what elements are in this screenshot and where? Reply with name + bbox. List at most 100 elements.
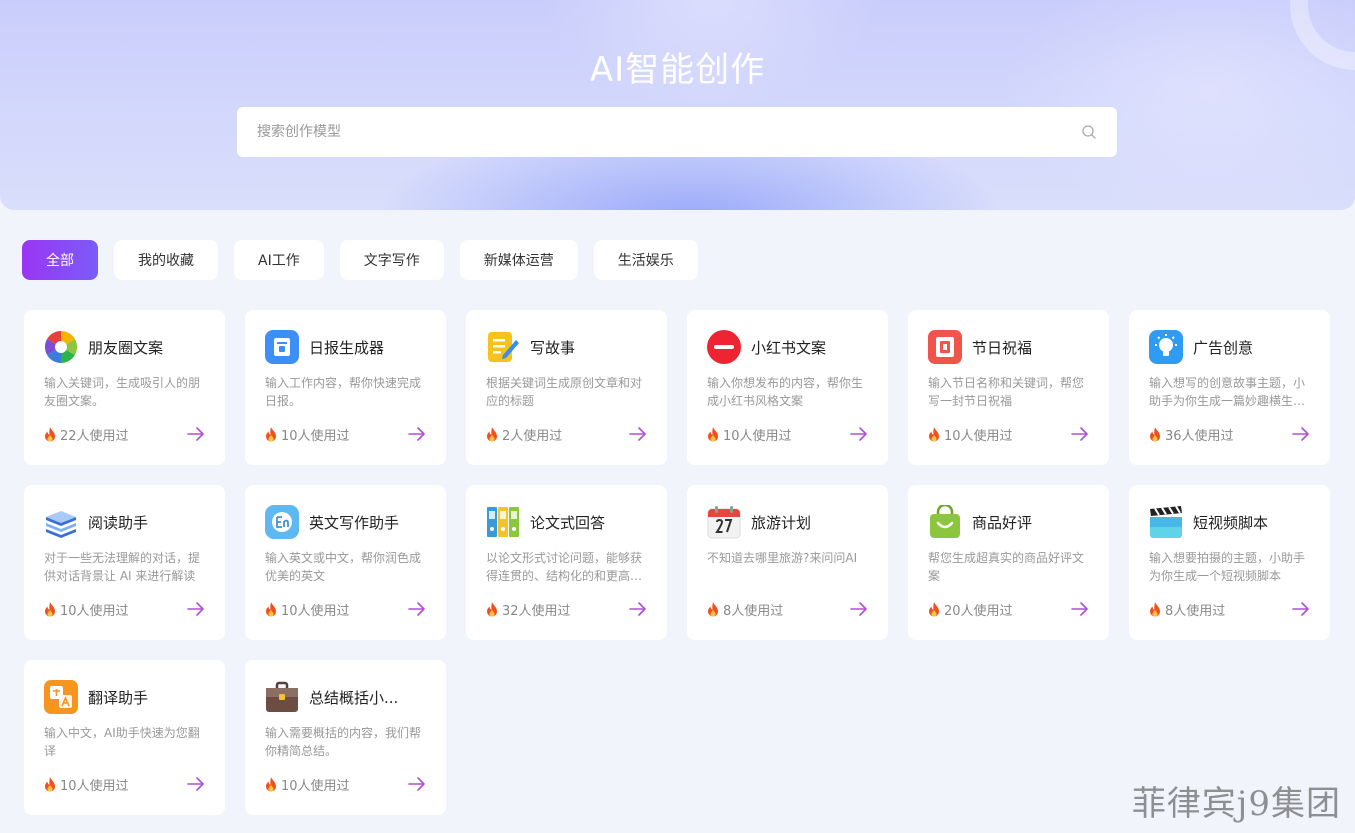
arrow-right-icon[interactable] [408,602,426,616]
model-card[interactable]: 英文写作助手 输入英文或中文，帮你润色成优美的英文 10人使用过 [245,485,446,640]
fire-icon [45,776,55,791]
tab-life-entertainment[interactable]: 生活娱乐 [593,240,698,280]
model-card[interactable]: 旅游计划 不知道去哪里旅游?来问问AI 8人使用过 [687,485,888,640]
card-description: 输入想写的创意故事主题，小助手为你生成一篇妙趣横生的广告创意 [1149,376,1306,408]
usage-label: 10人使用过 [281,778,350,794]
card-description: 根据关键词生成原创文章和对应的标题 [486,376,643,408]
card-description: 输入节日名称和关键词，帮您写一封节日祝福 [928,376,1085,408]
arrow-right-icon[interactable] [1071,427,1089,441]
briefcase-icon [266,681,298,712]
watermark: 菲律宾j9集团 [1131,784,1341,824]
fire-icon [45,426,55,441]
usage-label: 10人使用过 [944,428,1013,444]
model-card[interactable]: 阅读助手 对于一些无法理解的对话，提供对话背景让 AI 来进行解读 10人使用过 [24,485,225,640]
clapperboard-icon [1150,505,1182,538]
fire-icon [708,426,718,441]
arrow-right-icon[interactable] [1292,427,1310,441]
model-card[interactable]: 短视频脚本 输入想要拍摄的主题，小助手为你生成一个短视频脚本 8人使用过 [1129,485,1330,640]
arrow-right-icon[interactable] [1292,602,1310,616]
fire-icon [1150,601,1160,616]
daily-report-icon [265,330,299,364]
card-description: 输入你想发布的内容，帮你生成小红书风格文案 [707,376,864,408]
usage-label: 10人使用过 [281,428,350,444]
arrow-right-icon[interactable] [408,427,426,441]
card-description: 对于一些无法理解的对话，提供对话背景让 AI 来进行解读 [44,551,201,583]
card-description: 输入工作内容，帮你快速完成日报。 [265,376,422,408]
english-icon [265,505,299,539]
usage-count: 10人使用过 [44,600,129,619]
model-card[interactable]: 总结概括小... 输入需要概括的内容，我们帮你精简总结。 10人使用过 [245,660,446,815]
card-title: 总结概括小... [309,688,399,707]
card-title: 论文式回答 [530,513,606,532]
tab-all[interactable]: 全部 [22,240,98,280]
arrow-right-icon[interactable] [1071,602,1089,616]
usage-count: 8人使用过 [1149,600,1225,619]
fire-icon [929,601,939,616]
card-title: 商品好评 [972,513,1033,532]
card-title: 旅游计划 [751,513,812,532]
arrow-right-icon[interactable] [187,602,205,616]
model-card[interactable]: 写故事 根据关键词生成原创文章和对应的标题 2人使用过 [466,310,667,465]
usage-count: 10人使用过 [707,425,792,444]
xiaohongshu-icon [707,330,741,364]
card-description: 输入英文或中文，帮你润色成优美的英文 [265,551,422,583]
model-card[interactable]: 广告创意 输入想写的创意故事主题，小助手为你生成一篇妙趣横生的广告创意 36人使… [1129,310,1330,465]
card-description: 以论文形式讨论问题，能够获得连贯的、结构化的和更高质量的回答 [486,551,643,583]
usage-count: 10人使用过 [265,425,350,444]
fire-icon [708,601,718,616]
model-card[interactable]: 日报生成器 输入工作内容，帮你快速完成日报。 10人使用过 [245,310,446,465]
usage-count: 10人使用过 [928,425,1013,444]
tab-favorites[interactable]: 我的收藏 [114,240,218,280]
fire-icon [487,601,497,616]
arrow-right-icon[interactable] [629,602,647,616]
lightbulb-icon [1149,330,1183,364]
tab-text-writing[interactable]: 文字写作 [339,240,444,280]
tab-new-media[interactable]: 新媒体运营 [459,240,578,280]
arrow-right-icon[interactable] [629,427,647,441]
search-icon[interactable] [1081,124,1097,140]
usage-label: 10人使用过 [60,603,129,619]
translate-icon [44,680,78,714]
arrow-right-icon[interactable] [850,602,868,616]
usage-label: 8人使用过 [1165,603,1226,619]
search-input[interactable] [257,124,1081,140]
card-description: 输入需要概括的内容，我们帮你精简总结。 [265,726,422,758]
arrow-right-icon[interactable] [408,777,426,791]
usage-count: 22人使用过 [44,425,129,444]
page-title: AI智能创作 [589,50,766,90]
card-description: 输入关键词，生成吸引人的朋友圈文案。 [44,376,201,408]
usage-label: 10人使用过 [281,603,350,619]
usage-label: 10人使用过 [723,428,792,444]
model-card[interactable]: 小红书文案 输入你想发布的内容，帮你生成小红书风格文案 10人使用过 [687,310,888,465]
usage-label: 8人使用过 [723,603,784,619]
model-card-grid: 朋友圈文案 输入关键词，生成吸引人的朋友圈文案。 22人使用过 日报生成器 输入… [24,310,1330,815]
card-title: 短视频脚本 [1193,513,1269,532]
usage-count: 10人使用过 [265,775,350,794]
tab-ai-work[interactable]: AI工作 [234,240,324,280]
model-card[interactable]: 朋友圈文案 输入关键词，生成吸引人的朋友圈文案。 22人使用过 [24,310,225,465]
model-card[interactable]: 商品好评 帮您生成超真实的商品好评文案 20人使用过 [908,485,1109,640]
usage-count: 32人使用过 [486,600,571,619]
card-title: 日报生成器 [309,338,385,357]
card-description: 不知道去哪里旅游?来问问AI [707,551,858,565]
model-card[interactable]: 节日祝福 输入节日名称和关键词，帮您写一封节日祝福 10人使用过 [908,310,1109,465]
model-card[interactable]: 翻译助手 输入中文，AI助手快速为您翻译 10人使用过 [24,660,225,815]
arrow-right-icon[interactable] [187,777,205,791]
fire-icon [266,426,276,441]
usage-count: 10人使用过 [265,600,350,619]
model-card[interactable]: 论文式回答 以论文形式讨论问题，能够获得连贯的、结构化的和更高质量的回答 32人… [466,485,667,640]
arrow-right-icon[interactable] [850,427,868,441]
usage-count: 8人使用过 [707,600,783,619]
search-bar[interactable] [237,107,1117,157]
festival-icon [928,330,962,364]
shopping-bag-icon [930,505,960,538]
usage-count: 36人使用过 [1149,425,1234,444]
usage-count: 10人使用过 [44,775,129,794]
usage-count: 2人使用过 [486,425,562,444]
usage-label: 10人使用过 [60,778,129,794]
arrow-right-icon[interactable] [187,427,205,441]
fire-icon [1150,426,1160,441]
card-title: 广告创意 [1193,338,1254,357]
usage-label: 22人使用过 [60,428,129,444]
card-description: 帮您生成超真实的商品好评文案 [928,551,1085,583]
